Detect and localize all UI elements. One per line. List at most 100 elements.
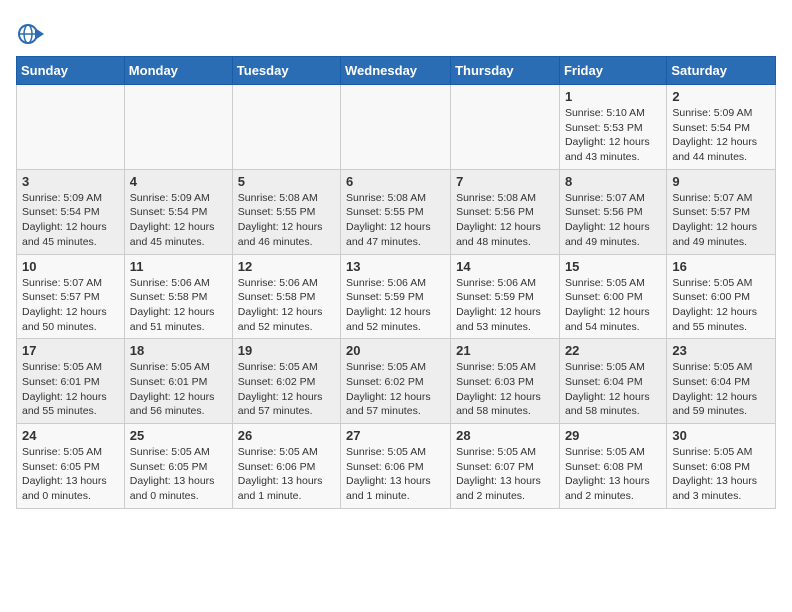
day-info: Sunrise: 5:06 AM Sunset: 5:59 PM Dayligh…: [346, 276, 445, 335]
week-row-2: 3 Sunrise: 5:09 AM Sunset: 5:54 PM Daylig…: [17, 169, 776, 254]
week-row-5: 24 Sunrise: 5:05 AM Sunset: 6:05 PM Dayli…: [17, 424, 776, 509]
calendar-cell: 18 Sunrise: 5:05 AM Sunset: 6:01 PM Dayli…: [124, 339, 232, 424]
calendar-cell: 16 Sunrise: 5:05 AM Sunset: 6:00 PM Dayli…: [667, 254, 776, 339]
day-number: 24: [22, 428, 119, 443]
day-number: 21: [456, 343, 554, 358]
calendar-cell: 17 Sunrise: 5:05 AM Sunset: 6:01 PM Dayli…: [17, 339, 125, 424]
day-number: 20: [346, 343, 445, 358]
weekday-header-monday: Monday: [124, 57, 232, 85]
day-info: Sunrise: 5:10 AM Sunset: 5:53 PM Dayligh…: [565, 106, 661, 165]
calendar-cell: 24 Sunrise: 5:05 AM Sunset: 6:05 PM Dayli…: [17, 424, 125, 509]
weekday-header-thursday: Thursday: [451, 57, 560, 85]
day-number: 5: [238, 174, 335, 189]
weekday-header-saturday: Saturday: [667, 57, 776, 85]
calendar-cell: 9 Sunrise: 5:07 AM Sunset: 5:57 PM Daylig…: [667, 169, 776, 254]
day-info: Sunrise: 5:05 AM Sunset: 6:00 PM Dayligh…: [672, 276, 770, 335]
calendar-cell: [17, 85, 125, 170]
day-info: Sunrise: 5:05 AM Sunset: 6:02 PM Dayligh…: [346, 360, 445, 419]
calendar-cell: 21 Sunrise: 5:05 AM Sunset: 6:03 PM Dayli…: [451, 339, 560, 424]
day-info: Sunrise: 5:05 AM Sunset: 6:04 PM Dayligh…: [565, 360, 661, 419]
day-info: Sunrise: 5:06 AM Sunset: 5:58 PM Dayligh…: [238, 276, 335, 335]
calendar-cell: 20 Sunrise: 5:05 AM Sunset: 6:02 PM Dayli…: [341, 339, 451, 424]
calendar-cell: [232, 85, 340, 170]
day-number: 7: [456, 174, 554, 189]
calendar-cell: 23 Sunrise: 5:05 AM Sunset: 6:04 PM Dayli…: [667, 339, 776, 424]
day-number: 2: [672, 89, 770, 104]
day-number: 12: [238, 259, 335, 274]
day-number: 3: [22, 174, 119, 189]
calendar-cell: [124, 85, 232, 170]
weekday-header-wednesday: Wednesday: [341, 57, 451, 85]
weekday-header-tuesday: Tuesday: [232, 57, 340, 85]
day-info: Sunrise: 5:08 AM Sunset: 5:56 PM Dayligh…: [456, 191, 554, 250]
calendar-cell: 19 Sunrise: 5:05 AM Sunset: 6:02 PM Dayli…: [232, 339, 340, 424]
calendar-cell: [451, 85, 560, 170]
day-number: 19: [238, 343, 335, 358]
day-number: 27: [346, 428, 445, 443]
day-info: Sunrise: 5:07 AM Sunset: 5:56 PM Dayligh…: [565, 191, 661, 250]
day-number: 14: [456, 259, 554, 274]
day-info: Sunrise: 5:09 AM Sunset: 5:54 PM Dayligh…: [672, 106, 770, 165]
day-number: 30: [672, 428, 770, 443]
day-info: Sunrise: 5:05 AM Sunset: 6:01 PM Dayligh…: [22, 360, 119, 419]
day-info: Sunrise: 5:05 AM Sunset: 6:04 PM Dayligh…: [672, 360, 770, 419]
weekday-header-sunday: Sunday: [17, 57, 125, 85]
calendar-cell: 14Sunrise: 5:06 AM Sunset: 5:59 PM Dayli…: [451, 254, 560, 339]
day-number: 16: [672, 259, 770, 274]
calendar-cell: 29 Sunrise: 5:05 AM Sunset: 6:08 PM Dayli…: [559, 424, 666, 509]
day-info: Sunrise: 5:06 AM Sunset: 5:58 PM Dayligh…: [130, 276, 227, 335]
day-number: 28: [456, 428, 554, 443]
day-number: 18: [130, 343, 227, 358]
day-info: Sunrise: 5:05 AM Sunset: 6:05 PM Dayligh…: [130, 445, 227, 504]
calendar-cell: 5 Sunrise: 5:08 AM Sunset: 5:55 PM Daylig…: [232, 169, 340, 254]
calendar-cell: 13 Sunrise: 5:06 AM Sunset: 5:59 PM Dayli…: [341, 254, 451, 339]
day-number: 23: [672, 343, 770, 358]
day-info: Sunrise: 5:07 AM Sunset: 5:57 PM Dayligh…: [22, 276, 119, 335]
day-info: Sunrise: 5:09 AM Sunset: 5:54 PM Dayligh…: [130, 191, 227, 250]
calendar-cell: 2 Sunrise: 5:09 AM Sunset: 5:54 PM Daylig…: [667, 85, 776, 170]
calendar-cell: 15 Sunrise: 5:05 AM Sunset: 6:00 PM Dayli…: [559, 254, 666, 339]
calendar-cell: 26Sunrise: 5:05 AM Sunset: 6:06 PM Dayli…: [232, 424, 340, 509]
day-info: Sunrise: 5:05 AM Sunset: 6:05 PM Dayligh…: [22, 445, 119, 504]
calendar-cell: 22 Sunrise: 5:05 AM Sunset: 6:04 PM Dayli…: [559, 339, 666, 424]
week-row-3: 10 Sunrise: 5:07 AM Sunset: 5:57 PM Dayli…: [17, 254, 776, 339]
day-number: 17: [22, 343, 119, 358]
calendar-cell: 30 Sunrise: 5:05 AM Sunset: 6:08 PM Dayli…: [667, 424, 776, 509]
weekday-header-row: SundayMondayTuesdayWednesdayThursdayFrid…: [17, 57, 776, 85]
day-number: 11: [130, 259, 227, 274]
day-info: Sunrise: 5:07 AM Sunset: 5:57 PM Dayligh…: [672, 191, 770, 250]
day-number: 25: [130, 428, 227, 443]
day-info: Sunrise: 5:08 AM Sunset: 5:55 PM Dayligh…: [346, 191, 445, 250]
day-number: 8: [565, 174, 661, 189]
day-info: Sunrise: 5:08 AM Sunset: 5:55 PM Dayligh…: [238, 191, 335, 250]
weekday-header-friday: Friday: [559, 57, 666, 85]
calendar-cell: 11 Sunrise: 5:06 AM Sunset: 5:58 PM Dayli…: [124, 254, 232, 339]
calendar-cell: 25 Sunrise: 5:05 AM Sunset: 6:05 PM Dayli…: [124, 424, 232, 509]
day-info: Sunrise: 5:05 AM Sunset: 6:03 PM Dayligh…: [456, 360, 554, 419]
day-info: Sunrise: 5:05 AM Sunset: 6:00 PM Dayligh…: [565, 276, 661, 335]
header: [16, 16, 776, 48]
calendar-cell: 10 Sunrise: 5:07 AM Sunset: 5:57 PM Dayli…: [17, 254, 125, 339]
day-number: 15: [565, 259, 661, 274]
day-number: 9: [672, 174, 770, 189]
calendar-cell: 7 Sunrise: 5:08 AM Sunset: 5:56 PM Daylig…: [451, 169, 560, 254]
calendar-cell: 3Sunrise: 5:09 AM Sunset: 5:54 PM Daylig…: [17, 169, 125, 254]
day-info: Sunrise: 5:05 AM Sunset: 6:01 PM Dayligh…: [130, 360, 227, 419]
day-info: Sunrise: 5:05 AM Sunset: 6:08 PM Dayligh…: [672, 445, 770, 504]
logo: [16, 20, 48, 48]
week-row-4: 17 Sunrise: 5:05 AM Sunset: 6:01 PM Dayli…: [17, 339, 776, 424]
day-info: Sunrise: 5:05 AM Sunset: 6:06 PM Dayligh…: [346, 445, 445, 504]
day-number: 13: [346, 259, 445, 274]
calendar-cell: 12 Sunrise: 5:06 AM Sunset: 5:58 PM Dayli…: [232, 254, 340, 339]
day-number: 22: [565, 343, 661, 358]
logo-icon: [16, 20, 44, 48]
calendar: SundayMondayTuesdayWednesdayThursdayFrid…: [16, 56, 776, 509]
day-number: 6: [346, 174, 445, 189]
day-info: Sunrise: 5:05 AM Sunset: 6:02 PM Dayligh…: [238, 360, 335, 419]
day-number: 10: [22, 259, 119, 274]
week-row-1: 1Sunrise: 5:10 AM Sunset: 5:53 PM Daylig…: [17, 85, 776, 170]
day-number: 29: [565, 428, 661, 443]
day-info: Sunrise: 5:05 AM Sunset: 6:08 PM Dayligh…: [565, 445, 661, 504]
calendar-cell: 4 Sunrise: 5:09 AM Sunset: 5:54 PM Daylig…: [124, 169, 232, 254]
day-number: 4: [130, 174, 227, 189]
